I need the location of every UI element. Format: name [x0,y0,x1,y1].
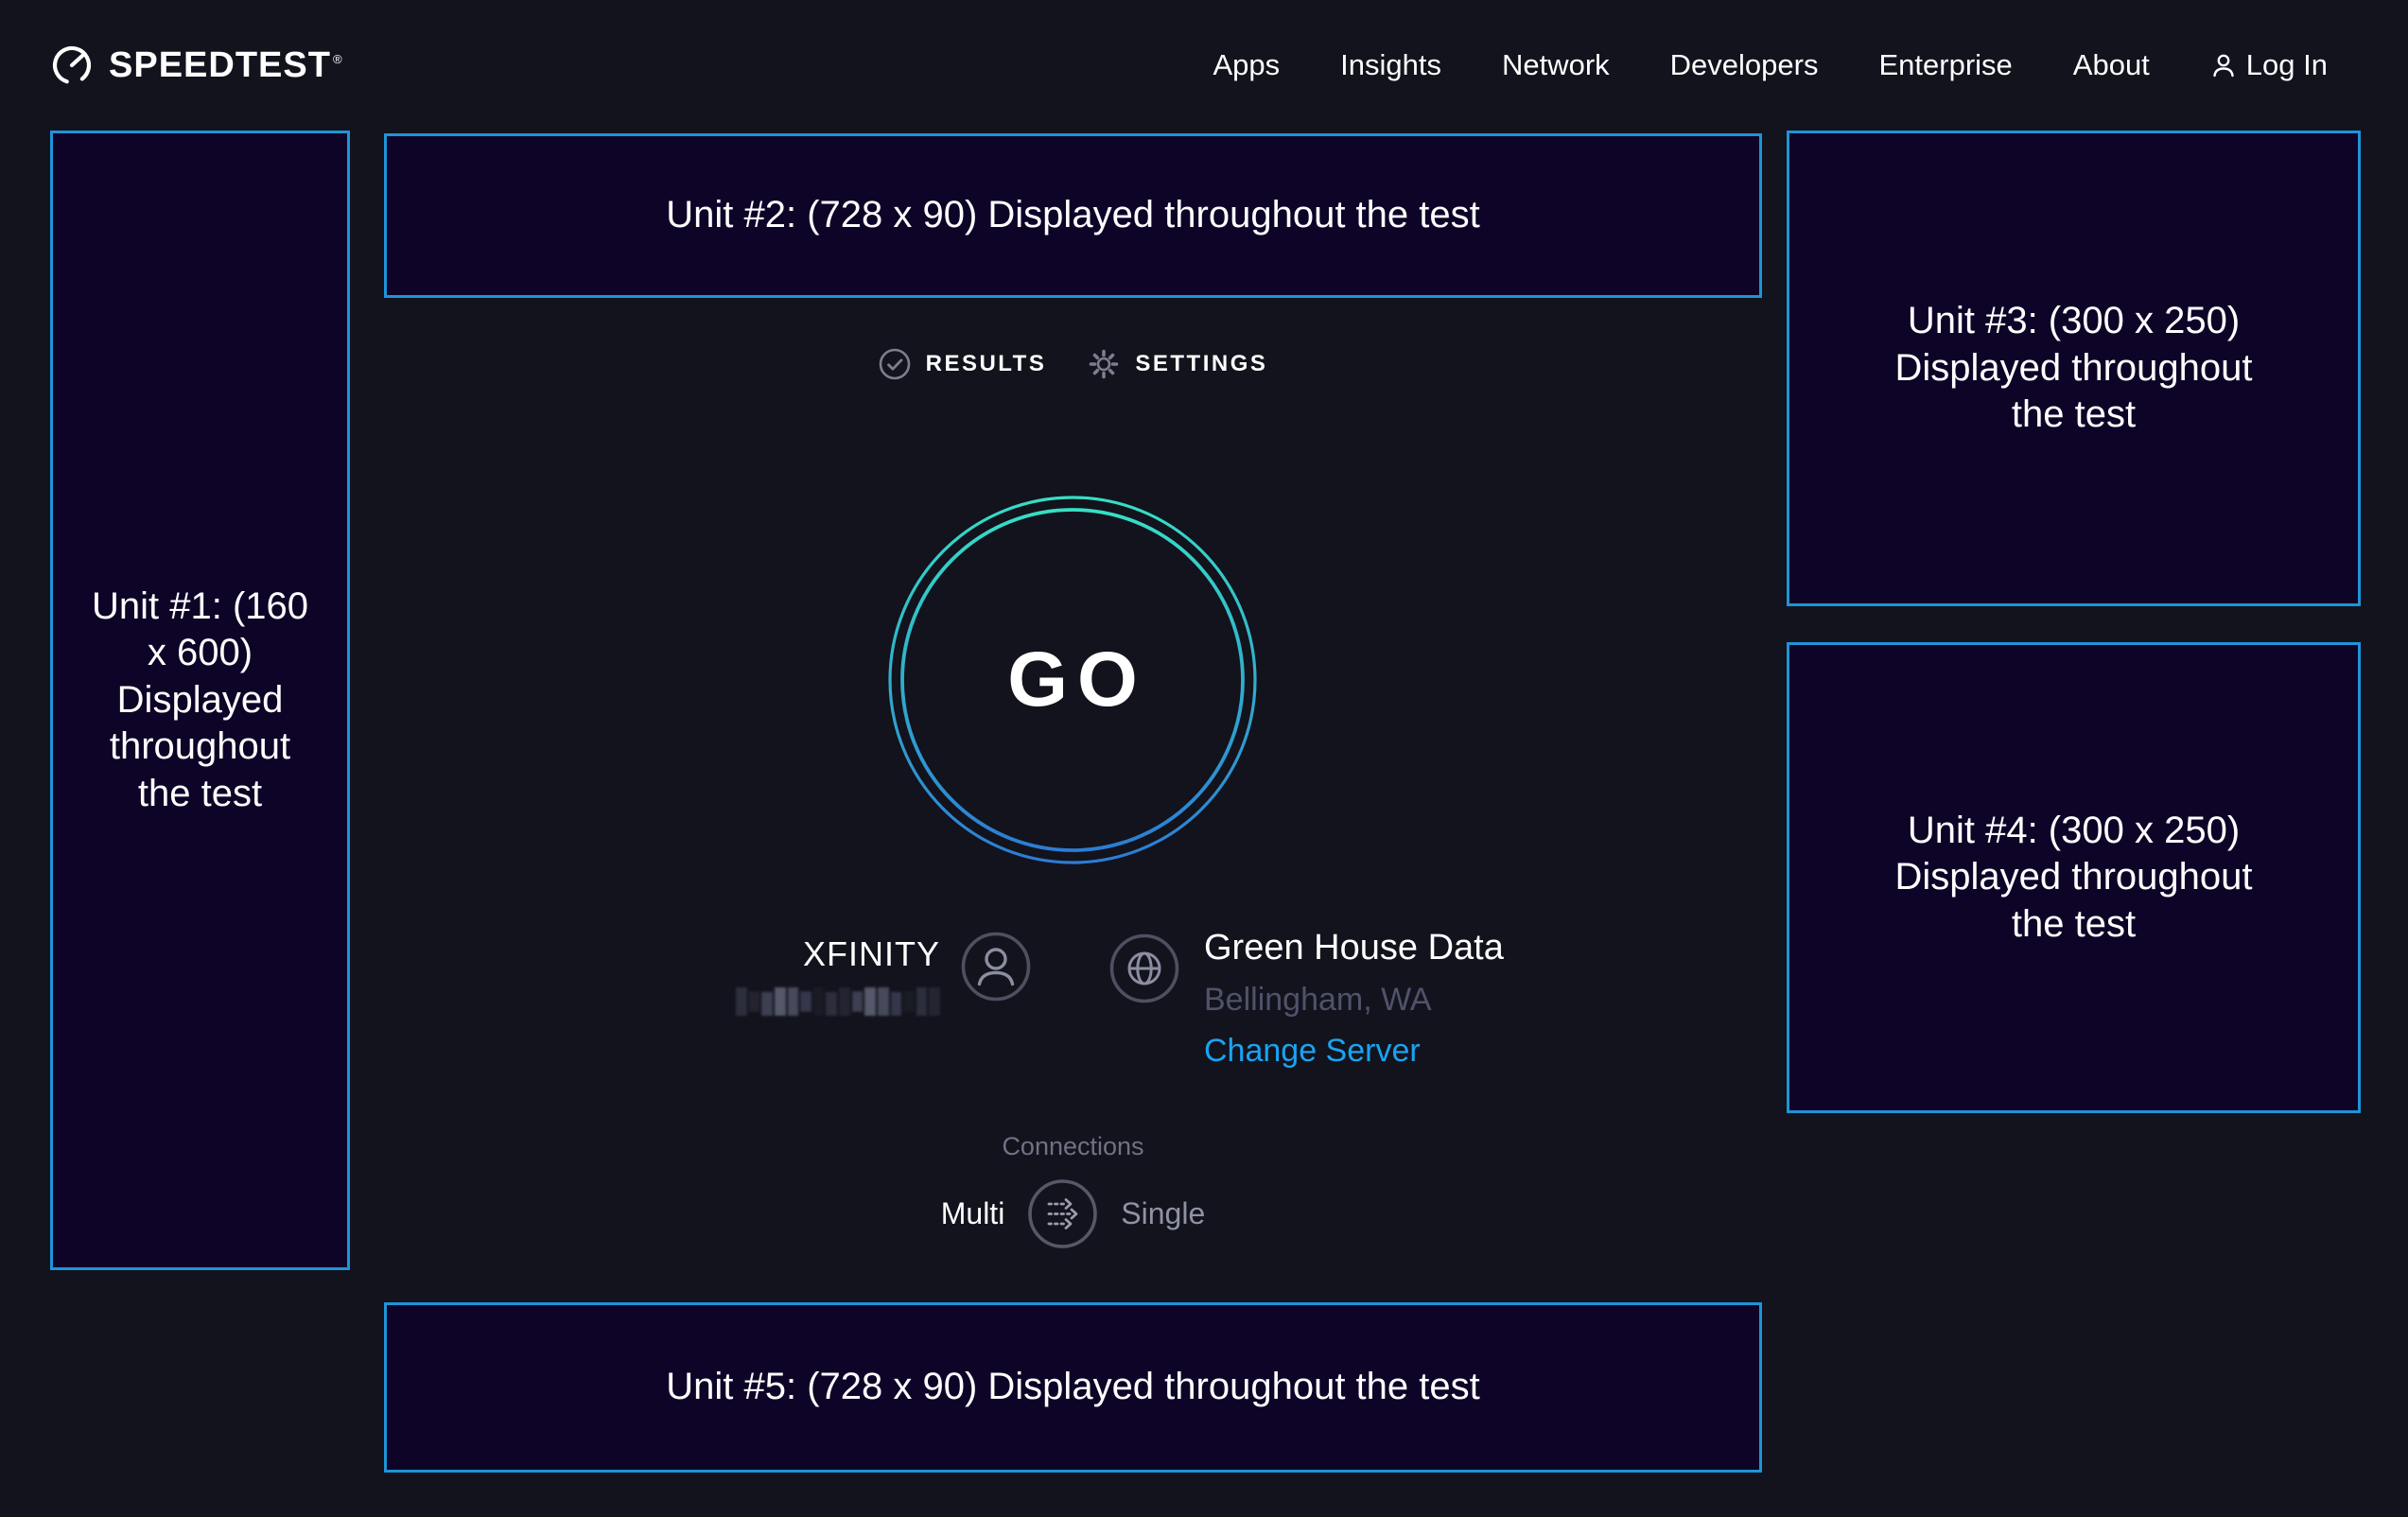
ad-unit-5[interactable]: Unit #5: (728 x 90) Displayed throughout… [384,1302,1762,1473]
nav-item-developers[interactable]: Developers [1670,48,1819,82]
person-circle-icon [961,932,1031,1002]
nav-item-about[interactable]: About [2073,48,2150,82]
ad-unit-1-text: Unit #1: (160 x 600) Displayed throughou… [89,584,311,818]
connections-single-option[interactable]: Single [1121,1196,1205,1231]
ad-unit-1[interactable]: Unit #1: (160 x 600) Displayed throughou… [50,131,350,1270]
isp-info: XFINITY [605,932,1031,1016]
tab-settings-label: SETTINGS [1135,351,1267,377]
nav-item-insights[interactable]: Insights [1340,48,1441,82]
login-label: Log In [2246,48,2328,82]
ad-unit-4[interactable]: Unit #4: (300 x 250) Displayed throughou… [1787,642,2361,1113]
globe-circle-icon [1109,933,1179,1003]
go-button[interactable]: GO [887,495,1258,865]
connections-toggle: Multi Single [384,1177,1762,1249]
tab-settings[interactable]: SETTINGS [1088,348,1267,380]
nav-item-apps[interactable]: Apps [1213,48,1280,82]
multi-arrows-circle-icon[interactable] [1027,1178,1098,1249]
gear-icon [1088,348,1120,380]
redacted-ip-address [736,987,940,1016]
top-navigation: SPEEDTEST® Apps Insights Network Develop… [0,0,2408,131]
speedometer-gauge-icon [50,44,94,87]
server-name: Green House Data [1204,928,1504,969]
server-info: Green House Data Bellingham, WA Change S… [1109,933,1504,1069]
connections-label: Connections [384,1132,1762,1161]
ad-unit-2-text: Unit #2: (728 x 90) Displayed throughout… [666,192,1480,239]
connections-multi-option[interactable]: Multi [941,1196,1005,1231]
person-icon [2210,52,2237,78]
ad-unit-4-text: Unit #4: (300 x 250) Displayed throughou… [1882,808,2265,949]
tab-results[interactable]: RESULTS [879,348,1047,380]
ad-unit-2[interactable]: Unit #2: (728 x 90) Displayed throughout… [384,133,1762,298]
speedtest-logo[interactable]: SPEEDTEST® [50,44,343,87]
ad-unit-5-text: Unit #5: (728 x 90) Displayed throughout… [666,1364,1480,1411]
nav-item-enterprise[interactable]: Enterprise [1878,48,2012,82]
tab-results-label: RESULTS [926,351,1047,377]
logo-text: SPEEDTEST® [109,45,343,86]
ad-unit-3-text: Unit #3: (300 x 250) Displayed throughou… [1882,298,2265,439]
ad-unit-3[interactable]: Unit #3: (300 x 250) Displayed throughou… [1787,131,2361,606]
check-circle-icon [879,348,911,380]
login-button[interactable]: Log In [2210,48,2328,82]
isp-name: XFINITY [803,937,940,971]
logo-trademark: ® [333,52,343,66]
view-tabs: RESULTS SETTINGS [384,338,1762,391]
go-button-label: GO [887,495,1258,865]
change-server-link[interactable]: Change Server [1204,1034,1504,1069]
server-location: Bellingham, WA [1204,983,1504,1018]
nav-item-network[interactable]: Network [1502,48,1610,82]
nav-menu: Apps Insights Network Developers Enterpr… [1213,48,2408,82]
